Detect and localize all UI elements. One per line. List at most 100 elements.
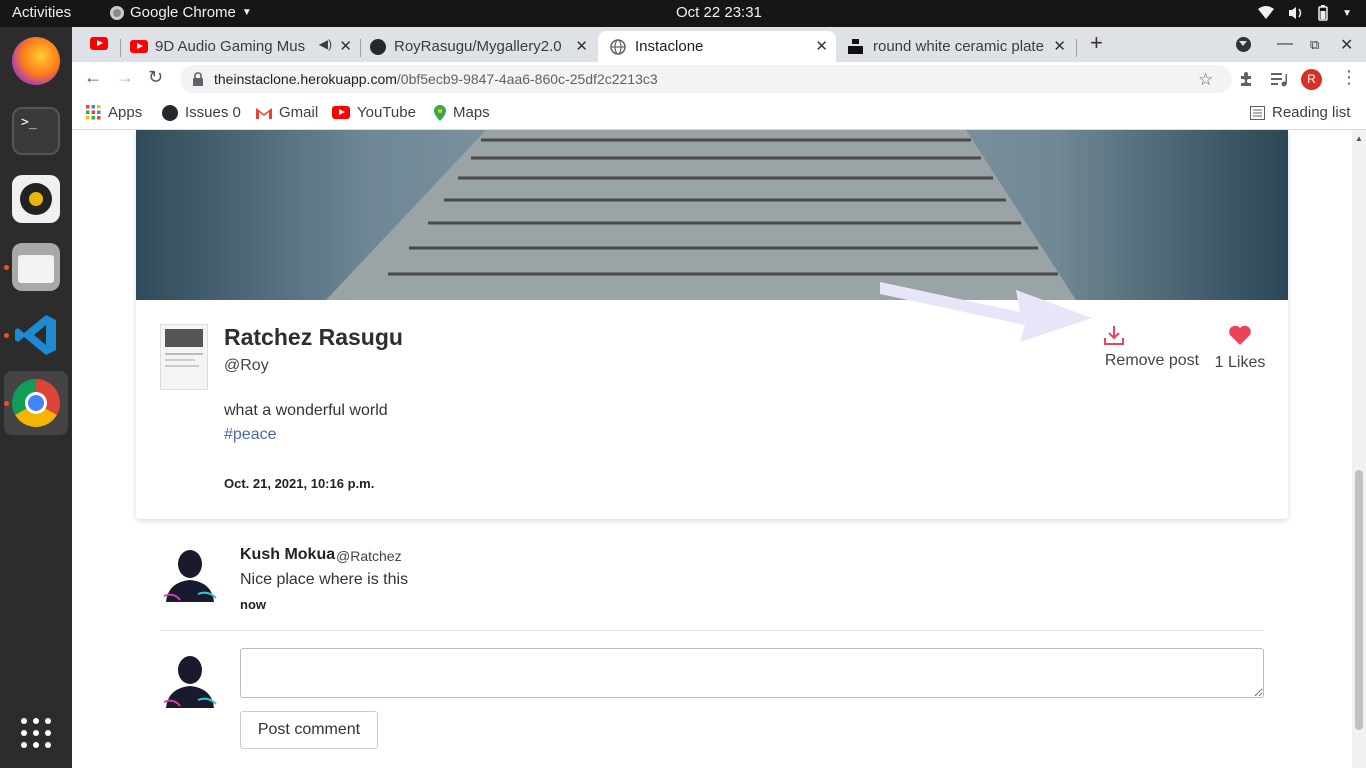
browser-menu-icon[interactable]: ⋮ <box>1340 67 1358 88</box>
clock[interactable]: Oct 22 23:31 <box>676 4 762 21</box>
comment-author-name[interactable]: Kush Mokua <box>240 546 335 564</box>
bookmark-youtube[interactable]: YouTube <box>332 104 416 121</box>
tab-title: round white ceramic plate <box>873 38 1044 55</box>
bookmark-maps[interactable]: Maps <box>434 104 490 121</box>
system-tray[interactable]: ▼ <box>1258 5 1352 21</box>
bookmark-label: Issues 0 <box>185 104 241 121</box>
files-icon[interactable] <box>12 243 60 291</box>
youtube-icon <box>130 40 148 53</box>
terminal-icon[interactable]: >_ <box>12 107 60 155</box>
comment-author-handle: @Ratchez <box>336 548 402 564</box>
bookmark-star-icon[interactable]: ☆ <box>1198 70 1213 90</box>
bookmark-apps[interactable]: Apps <box>86 104 142 121</box>
reading-list-icon <box>1250 105 1265 120</box>
likes-count: 1 Likes <box>1214 354 1266 371</box>
vscode-icon[interactable] <box>12 311 60 359</box>
extensions-icon[interactable] <box>1238 70 1256 88</box>
dock: >_ <box>0 27 72 768</box>
back-button[interactable]: ← <box>84 67 102 88</box>
download-icon <box>1104 326 1124 345</box>
post-caption: what a wonderful world <box>224 402 388 419</box>
profile-avatar[interactable]: R <box>1301 69 1322 90</box>
activities-button[interactable]: Activities <box>12 4 71 21</box>
new-tab-button[interactable]: + <box>1090 30 1103 56</box>
post-hashtag[interactable]: #peace <box>224 426 277 444</box>
comment-text: Nice place where is this <box>240 571 409 588</box>
gmail-icon <box>256 107 272 119</box>
comment-time: now <box>240 597 266 612</box>
heart-icon <box>1229 325 1251 345</box>
close-tab-icon[interactable]: ✕ <box>575 37 588 55</box>
github-icon <box>370 38 386 55</box>
rhythmbox-icon[interactable] <box>12 175 60 223</box>
os-top-bar: Activities Google Chrome ▼ Oct 22 23:31 … <box>0 0 1366 27</box>
audio-playing-icon: ◀) <box>318 37 332 51</box>
forward-button[interactable]: → <box>116 67 134 88</box>
chrome-icon[interactable] <box>12 379 60 427</box>
annotation-arrow <box>880 282 1092 342</box>
remove-post-button[interactable]: Remove post <box>1102 324 1202 370</box>
minimize-button[interactable]: — <box>1277 35 1293 53</box>
tab-title: Instaclone <box>635 38 704 55</box>
post-comment-button[interactable]: Post comment <box>240 711 378 749</box>
media-control-icon[interactable] <box>1270 70 1288 88</box>
close-tab-icon[interactable]: ✕ <box>1053 37 1066 55</box>
tab-separator <box>360 39 361 57</box>
bookmark-label: Gmail <box>279 104 319 121</box>
url-host: theinstaclone.herokuapp.com <box>214 71 397 87</box>
url-path: /0bf5ecb9-9847-4aa6-860c-25df2c2213c3 <box>396 71 658 87</box>
pinned-youtube-tab[interactable] <box>90 37 108 50</box>
bookmark-gmail[interactable]: Gmail <box>256 104 318 121</box>
restore-button[interactable]: ⧉ <box>1310 37 1319 53</box>
post-author-handle: @Roy <box>224 357 269 374</box>
github-icon <box>162 104 178 121</box>
firefox-icon[interactable] <box>12 37 60 85</box>
page-viewport: Ratchez Rasugu @Roy what a wonderful wor… <box>72 130 1352 768</box>
chrome-small-icon <box>110 5 124 20</box>
comment-avatar <box>160 544 220 604</box>
volume-icon <box>1289 7 1302 19</box>
youtube-icon <box>332 106 350 119</box>
maps-pin-icon <box>434 104 446 121</box>
tab-youtube[interactable]: 9D Audio Gaming Mus ◀) ✕ <box>124 31 360 62</box>
bookmark-label: YouTube <box>357 104 416 121</box>
close-window-button[interactable]: ✕ <box>1340 35 1353 55</box>
tab-title: 9D Audio Gaming Mus <box>155 38 306 55</box>
bookmarks-bar: Apps Issues 0 Gmail YouTube Maps Reading… <box>72 96 1366 130</box>
lock-icon <box>193 72 203 86</box>
scrollbar-thumb[interactable] <box>1355 470 1363 730</box>
tab-separator <box>120 39 121 57</box>
like-button[interactable]: 1 Likes <box>1212 324 1268 372</box>
app-menu-label: Google Chrome <box>130 4 236 21</box>
tab-unsplash[interactable]: round white ceramic plate ✕ <box>840 31 1074 62</box>
tab-strip: 9D Audio Gaming Mus ◀) ✕ RoyRasugu/Mygal… <box>72 27 1366 62</box>
reading-list-button[interactable]: Reading list <box>1250 104 1350 121</box>
reload-button[interactable]: ↻ <box>148 67 163 88</box>
globe-icon <box>610 38 626 55</box>
browser-toolbar: ← → ↻ theinstaclone.herokuapp.com /0bf5e… <box>72 62 1366 96</box>
bookmark-issues[interactable]: Issues 0 <box>162 104 241 121</box>
page-scrollbar[interactable]: ▲ <box>1352 130 1366 768</box>
tab-separator <box>1076 39 1077 57</box>
bookmark-label: Apps <box>108 104 143 121</box>
tab-instaclone[interactable]: Instaclone ✕ <box>598 31 836 62</box>
tab-search-icon[interactable] <box>1236 37 1251 52</box>
close-tab-icon[interactable]: ✕ <box>815 37 828 55</box>
app-menu[interactable]: Google Chrome ▼ <box>110 4 252 21</box>
post-author-name[interactable]: Ratchez Rasugu <box>224 324 403 351</box>
scroll-up-arrow[interactable]: ▲ <box>1355 134 1363 143</box>
author-thumbnail <box>160 324 208 390</box>
tab-github[interactable]: RoyRasugu/Mygallery2.0 ✕ <box>362 31 596 62</box>
current-user-avatar <box>160 650 220 710</box>
comments-divider <box>160 630 1264 631</box>
address-bar[interactable]: theinstaclone.herokuapp.com /0bf5ecb9-98… <box>180 65 1232 93</box>
unsplash-icon <box>848 39 863 54</box>
running-indicator <box>4 265 9 270</box>
apps-grid-icon <box>86 105 101 120</box>
post-card: Ratchez Rasugu @Roy what a wonderful wor… <box>136 130 1288 519</box>
show-applications-icon[interactable] <box>20 717 52 749</box>
post-date: Oct. 21, 2021, 10:16 p.m. <box>224 476 375 491</box>
close-tab-icon[interactable]: ✕ <box>339 37 352 55</box>
remove-post-label: Remove post <box>1104 352 1200 369</box>
comment-input[interactable] <box>240 648 1264 698</box>
